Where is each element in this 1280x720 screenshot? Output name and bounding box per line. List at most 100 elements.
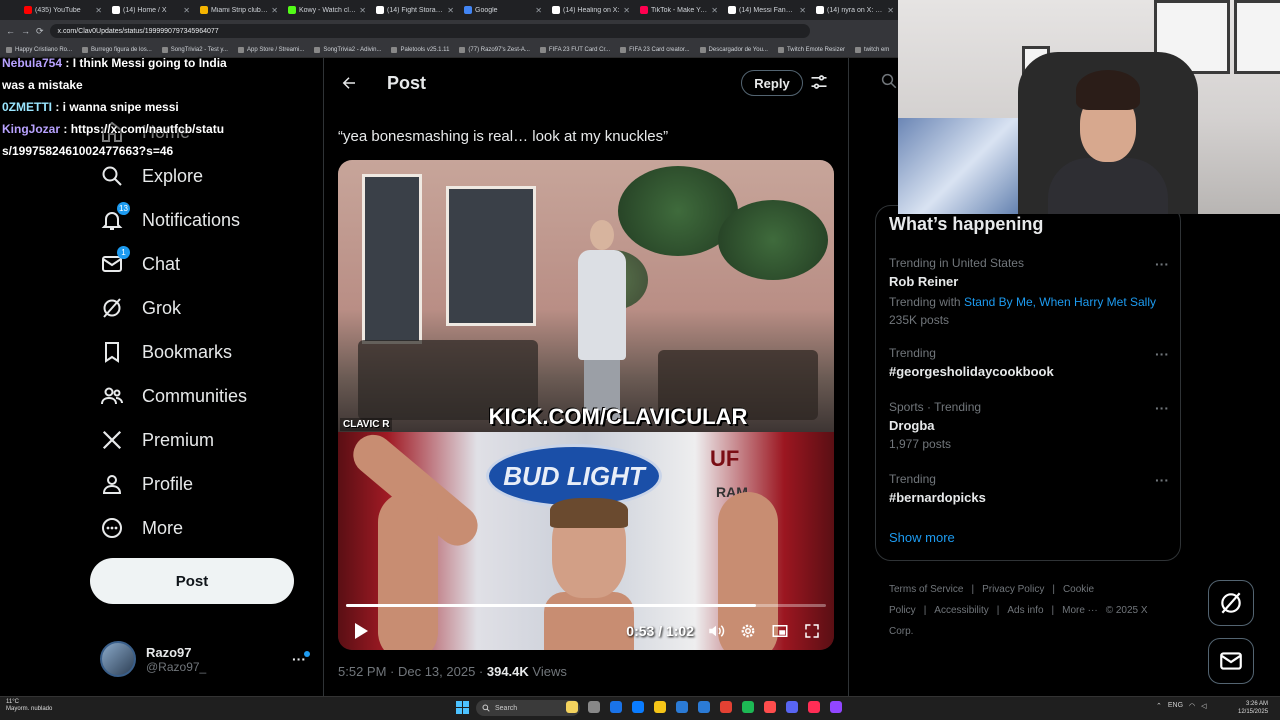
chat-username: KingJozar [2, 122, 61, 136]
sidebar-item-more[interactable]: More [100, 512, 183, 544]
bookmark-favicon [699, 46, 706, 53]
reload-icon[interactable]: ⟳ [36, 26, 44, 37]
more-dots-icon[interactable]: ··· [1155, 256, 1169, 272]
chrome-icon[interactable] [720, 701, 732, 713]
close-icon[interactable]: ✕ [623, 6, 630, 15]
close-icon[interactable]: ✕ [887, 6, 894, 15]
bookmark-item[interactable]: Descargador de You... [699, 46, 768, 53]
spotify-icon[interactable] [742, 701, 754, 713]
bookmark-item[interactable]: Twitch Emote Resizer [777, 46, 845, 53]
browser-tab[interactable]: (14) Healing on X: ✕ [548, 2, 634, 18]
folder-icon[interactable] [566, 701, 578, 713]
search-icon[interactable] [880, 72, 900, 92]
trend-item[interactable]: Trending in United States Rob Reiner Tre… [889, 256, 1169, 327]
footer-link[interactable]: Privacy Policy [982, 584, 1044, 595]
file-explorer-icon[interactable] [654, 701, 666, 713]
close-icon[interactable]: ✕ [447, 6, 454, 15]
sidebar-item-grok[interactable]: Grok [100, 292, 181, 324]
bookmark-item[interactable]: SongTrivia2 - Adivin... [314, 46, 381, 53]
weather-widget[interactable]: 11°C Mayorm. nublado [6, 699, 52, 713]
task-view-icon[interactable] [588, 701, 600, 713]
play-icon[interactable] [350, 620, 372, 642]
system-tray[interactable]: ⌃ ENG ◠ ◁ [1156, 702, 1207, 710]
footer-link[interactable]: Accessibility [934, 605, 988, 616]
close-icon[interactable]: ✕ [799, 6, 806, 15]
trend-with-links[interactable]: Stand By Me, When Harry Met Sally [964, 295, 1156, 309]
sidebar-item-communities[interactable]: Communities [100, 380, 247, 412]
close-icon[interactable]: ✕ [711, 6, 718, 15]
store-icon[interactable] [676, 701, 688, 713]
volume-icon[interactable] [706, 621, 726, 641]
close-icon[interactable]: ✕ [271, 6, 278, 15]
more-dots-icon[interactable]: ··· [1155, 346, 1169, 362]
more-dots-icon[interactable]: ··· [1155, 400, 1169, 416]
tab-label: (14) Healing on X: [563, 6, 620, 14]
account-switcher[interactable]: Razo97 @Razo97_ ··· [100, 638, 310, 680]
post-timestamp[interactable]: 5:52 PM · Dec 13, 2025 · [338, 664, 487, 679]
post-button[interactable]: Post [90, 558, 294, 604]
close-icon[interactable]: ✕ [183, 6, 190, 15]
bookmark-item[interactable]: FIFA 23 FUT Card Cr... [539, 46, 610, 53]
messages-fab[interactable] [1208, 638, 1254, 684]
edge-icon[interactable] [610, 701, 622, 713]
browser-tab[interactable]: (14) Home / X ✕ [108, 2, 194, 18]
footer-link[interactable]: Terms of Service [889, 584, 963, 595]
back-nav-icon[interactable]: ← [6, 26, 15, 36]
video-scene-top: CLAVIC R KICK.COM/CLAVICULAR [338, 160, 834, 432]
more-dots-icon[interactable]: ··· [292, 651, 310, 667]
bookmark-item[interactable]: Paletools v25.1.11 [391, 46, 449, 53]
mail-icon[interactable] [698, 701, 710, 713]
url-input[interactable]: x.com/Clav0Updates/status/19999907973459… [49, 24, 810, 38]
sidebar-item-explore[interactable]: Explore [100, 160, 203, 192]
twitch-icon[interactable] [830, 701, 842, 713]
bookmark-item[interactable]: twitch em [854, 46, 889, 53]
recorder-icon[interactable] [764, 701, 776, 713]
trend-item[interactable]: Trending #bernardopicks ··· [889, 472, 1169, 505]
bookmark-favicon [237, 46, 244, 53]
browser-tab[interactable]: (14) Fight Storage o ✕ [372, 2, 458, 18]
browser-icon[interactable] [632, 701, 644, 713]
sidebar-item-premium[interactable]: Premium [100, 424, 214, 456]
reply-button[interactable]: Reply [741, 70, 803, 96]
discord-icon[interactable] [786, 701, 798, 713]
browser-tab[interactable]: TikTok - Make Your ✕ [636, 2, 722, 18]
sidebar-item-chat[interactable]: 1 Chat [100, 246, 180, 280]
browser-tab[interactable]: (14) Messi Fanatic o ✕ [724, 2, 810, 18]
bookmark-item[interactable]: FIFA 23 Card creator... [620, 46, 690, 53]
close-icon[interactable]: ✕ [535, 6, 542, 15]
sidebar-item-notifications[interactable]: 13 Notifications [100, 202, 240, 236]
footer-link[interactable]: Ads info [1007, 605, 1043, 616]
footer-link[interactable]: More ··· [1062, 605, 1098, 616]
more-dots-icon[interactable]: ··· [1155, 472, 1169, 488]
browser-tab[interactable]: Kowy - Watch clips ✕ [284, 2, 370, 18]
grok-fab[interactable] [1208, 580, 1254, 626]
trend-context: Sports · Trending [889, 400, 982, 414]
picture-in-picture-icon[interactable] [770, 621, 790, 641]
video-progress-bar[interactable] [346, 604, 826, 607]
close-icon[interactable]: ✕ [359, 6, 366, 15]
bookmark-item[interactable]: (77) Razo97's Zest-A... [459, 46, 530, 53]
settings-gear-icon[interactable] [738, 621, 758, 641]
trend-item[interactable]: Sports · Trending Drogba 1,977 posts ··· [889, 400, 1169, 451]
taskbar-search[interactable]: Search [476, 700, 580, 716]
back-arrow-icon[interactable] [337, 71, 361, 95]
show-more-link[interactable]: Show more [889, 530, 955, 545]
browser-tab[interactable]: (14) nyra on X: "the ✕ [812, 2, 898, 18]
video-player[interactable]: CLAVIC R KICK.COM/CLAVICULAR BUD LIGHT U… [338, 160, 834, 650]
trend-item[interactable]: Trending #georgesholidaycookbook ··· [889, 346, 1169, 379]
windows-start-icon[interactable] [456, 701, 469, 714]
browser-tab[interactable]: Google ✕ [460, 2, 546, 18]
music-icon[interactable] [808, 701, 820, 713]
sidebar-item-bookmarks[interactable]: Bookmarks [100, 336, 232, 368]
system-clock[interactable]: 3:26 AM 12/15/2025 [1238, 700, 1268, 716]
bookmark-favicon [539, 46, 546, 53]
trend-context: Trending [889, 346, 936, 360]
sidebar-item-profile[interactable]: Profile [100, 468, 193, 500]
bookmark-item[interactable]: App Store / Streami... [237, 46, 304, 53]
browser-tab[interactable]: (435) YouTube ✕ [20, 2, 106, 18]
close-icon[interactable]: ✕ [95, 6, 102, 15]
filter-sliders-icon[interactable] [809, 72, 829, 92]
forward-nav-icon[interactable]: → [21, 26, 30, 36]
fullscreen-icon[interactable] [802, 621, 822, 641]
browser-tab[interactable]: Miami Strip clubs, U ✕ [196, 2, 282, 18]
